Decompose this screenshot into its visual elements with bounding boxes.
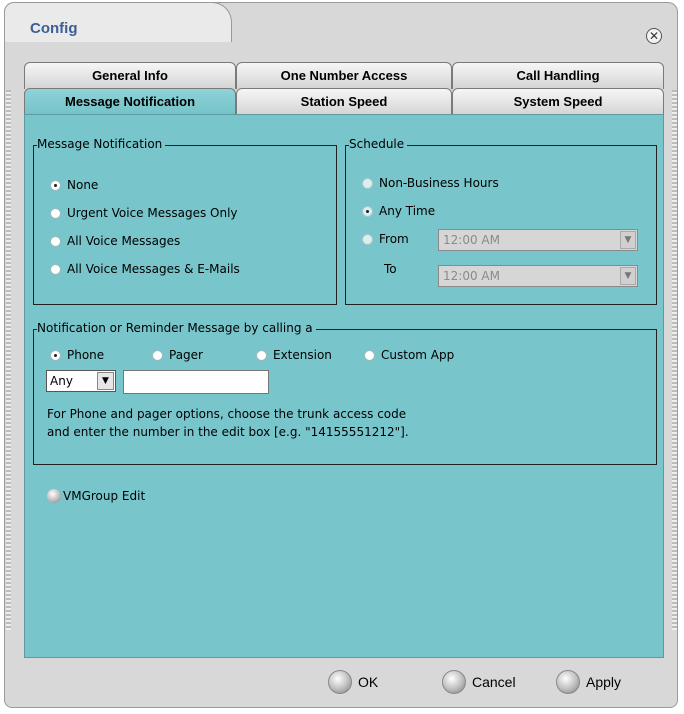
radio-icon[interactable] [364, 349, 375, 361]
tab-strip: General Info One Number Access Call Hand… [24, 58, 664, 116]
radio-label: From [379, 232, 409, 246]
ok-label: OK [358, 674, 379, 690]
message-notification-group: Message Notification None Urgent Voice M… [33, 137, 337, 305]
close-icon[interactable]: ✕ [646, 28, 662, 44]
radio-icon[interactable] [152, 349, 163, 361]
chevron-down-icon[interactable]: ▼ [97, 372, 114, 390]
apply-orb-icon [556, 670, 580, 694]
apply-label: Apply [586, 674, 622, 690]
chevron-down-icon[interactable]: ▼ [620, 231, 636, 249]
radio-label: Extension [273, 348, 332, 362]
radio-label: Phone [67, 348, 105, 362]
phone-number-input[interactable] [123, 370, 269, 394]
radio-label: Custom App [381, 348, 455, 362]
radio-label: Any Time [379, 204, 436, 218]
vmgroup-orb-icon [47, 489, 61, 503]
cancel-label: Cancel [472, 674, 516, 690]
tab-one-number-access[interactable]: One Number Access [236, 62, 452, 89]
vmgroup-edit-label: VMGroup Edit [63, 489, 146, 503]
radio-label: All Voice Messages [67, 234, 181, 248]
schedule-legend: Schedule [349, 137, 408, 151]
radio-icon[interactable] [362, 205, 373, 217]
ok-orb-icon [328, 670, 352, 694]
radio-custom-app[interactable]: Custom App [364, 348, 454, 362]
radio-from[interactable]: From [362, 232, 409, 246]
cancel-orb-icon [442, 670, 466, 694]
radio-label: Non-Business Hours [379, 176, 499, 190]
right-resize-grip[interactable] [672, 90, 677, 630]
help-text-line: and enter the number in the edit box [e.… [47, 425, 409, 439]
notification-reminder-legend: Notification or Reminder Message by call… [37, 321, 316, 335]
radio-icon[interactable] [50, 179, 61, 191]
cancel-button[interactable]: Cancel [442, 670, 516, 694]
radio-label: All Voice Messages & E-Mails [67, 262, 240, 276]
to-time-select[interactable]: 12:00 AM ▼ [438, 265, 638, 287]
radio-extension[interactable]: Extension [256, 348, 332, 362]
tab-system-speed[interactable]: System Speed [452, 88, 664, 115]
radio-icon[interactable] [362, 177, 373, 189]
to-time-value: 12:00 AM [443, 269, 500, 283]
help-text-line: For Phone and pager options, choose the … [47, 407, 407, 421]
radio-all-voice-messages[interactable]: All Voice Messages [50, 234, 180, 248]
to-label: To [384, 262, 397, 276]
help-text: For Phone and pager options, choose the … [47, 405, 477, 441]
radio-label: Urgent Voice Messages Only [67, 206, 238, 220]
notification-reminder-group: Notification or Reminder Message by call… [33, 321, 657, 465]
radio-phone[interactable]: Phone [50, 348, 104, 362]
vmgroup-edit-button[interactable]: VMGroup Edit [47, 489, 145, 503]
tab-call-handling[interactable]: Call Handling [452, 62, 664, 89]
radio-icon[interactable] [256, 349, 267, 361]
message-notification-panel: Message Notification None Urgent Voice M… [24, 114, 664, 658]
schedule-group: Schedule Non-Business Hours Any Time Fro… [345, 137, 657, 305]
radio-none[interactable]: None [50, 178, 98, 192]
from-time-value: 12:00 AM [443, 233, 500, 247]
radio-non-business-hours[interactable]: Non-Business Hours [362, 176, 499, 190]
radio-icon[interactable] [50, 349, 61, 361]
tab-general-info[interactable]: General Info [24, 62, 236, 89]
radio-all-voice-messages-emails[interactable]: All Voice Messages & E-Mails [50, 262, 240, 276]
radio-urgent-voice-messages-only[interactable]: Urgent Voice Messages Only [50, 206, 238, 220]
radio-icon[interactable] [50, 207, 61, 219]
radio-pager[interactable]: Pager [152, 348, 203, 362]
radio-icon[interactable] [50, 235, 61, 247]
left-resize-grip[interactable] [6, 90, 11, 630]
chevron-down-icon[interactable]: ▼ [620, 267, 636, 285]
trunk-access-select[interactable]: Any ▼ [46, 370, 116, 392]
window-title: Config [30, 20, 78, 37]
radio-label: Pager [169, 348, 203, 362]
ok-button[interactable]: OK [328, 670, 378, 694]
trunk-access-value: Any [50, 374, 73, 388]
message-notification-legend: Message Notification [37, 137, 166, 151]
from-time-select[interactable]: 12:00 AM ▼ [438, 229, 638, 251]
radio-any-time[interactable]: Any Time [362, 204, 435, 218]
tab-message-notification[interactable]: Message Notification [24, 88, 236, 115]
tab-station-speed[interactable]: Station Speed [236, 88, 452, 115]
radio-label: None [67, 178, 99, 192]
apply-button[interactable]: Apply [556, 670, 621, 694]
radio-icon[interactable] [50, 263, 61, 275]
radio-icon[interactable] [362, 233, 373, 245]
